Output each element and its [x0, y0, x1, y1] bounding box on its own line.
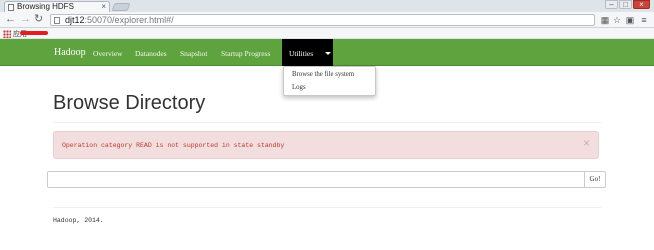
bookmarks-bar: 应用	[0, 28, 654, 39]
maximize-button[interactable]: □	[619, 0, 632, 9]
window-controls: – □ ×	[605, 0, 650, 10]
redaction-mark	[20, 31, 48, 35]
star-icon[interactable]: ☆	[612, 15, 622, 25]
directory-path-input[interactable]	[47, 171, 585, 188]
nav-datanodes[interactable]: Datanodes	[135, 49, 167, 58]
forward-icon[interactable]: →	[20, 14, 31, 25]
page-icon	[54, 17, 60, 24]
navbar-brand[interactable]: Hadoop	[54, 47, 86, 58]
close-icon[interactable]: ×	[101, 2, 106, 12]
caret-down-icon	[325, 52, 331, 55]
nav-overview[interactable]: Overview	[93, 49, 123, 58]
browser-tabstrip: Browsing HDFS × – □ ×	[0, 0, 654, 12]
address-path: :50070/explorer.html#/	[84, 15, 174, 25]
page-icon	[8, 4, 14, 11]
extension-icon[interactable]: ▣	[625, 15, 635, 25]
menu-item-logs[interactable]: Logs	[292, 84, 306, 91]
nav-utilities[interactable]: Utilities	[282, 39, 333, 66]
nav-utilities-label: Utilities	[289, 49, 314, 58]
tab-title: Browsing HDFS	[17, 2, 74, 11]
new-tab-button[interactable]	[111, 3, 131, 11]
browser-tab[interactable]: Browsing HDFS ×	[4, 1, 110, 12]
browser-toolbar: ← → ↻ djt12:50070/explorer.html#/ ▦ ☆ ▣ …	[0, 12, 654, 28]
menu-item-browse-file-system[interactable]: Browse the file system	[292, 71, 354, 78]
footer-text: Hadoop, 2014.	[53, 217, 104, 224]
alert-message: Operation category READ is not supported…	[62, 142, 285, 149]
utilities-dropdown: Browse the file system Logs	[283, 66, 376, 96]
address-host: djt12	[65, 15, 85, 25]
minimize-button[interactable]: –	[605, 0, 618, 9]
apps-icon[interactable]	[3, 30, 11, 38]
nav-startup-progress[interactable]: Startup Progress	[221, 49, 270, 58]
page-title: Browse Directory	[53, 92, 206, 114]
go-button[interactable]: Go!	[584, 171, 606, 188]
footer-divider	[53, 207, 601, 208]
error-alert: Operation category READ is not supported…	[53, 131, 599, 159]
address-bar[interactable]: djt12:50070/explorer.html#/	[50, 14, 595, 26]
translate-icon[interactable]: ▦	[600, 15, 610, 25]
menu-icon[interactable]: ≡	[639, 15, 649, 25]
title-divider	[53, 122, 601, 123]
back-icon[interactable]: ←	[5, 14, 16, 25]
reload-icon[interactable]: ↻	[34, 14, 43, 25]
window-close-button[interactable]: ×	[633, 0, 650, 9]
close-icon[interactable]: ×	[583, 137, 590, 149]
nav-snapshot[interactable]: Snapshot	[180, 49, 208, 58]
